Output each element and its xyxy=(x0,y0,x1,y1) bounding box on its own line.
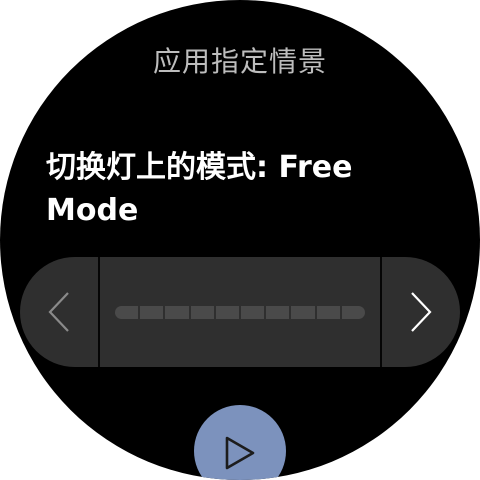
selector-divider xyxy=(98,257,100,367)
page-title: 应用指定情景 xyxy=(152,45,327,78)
track-segment xyxy=(316,306,340,319)
previous-button[interactable] xyxy=(20,257,98,367)
track-segment xyxy=(190,306,214,319)
chevron-left-icon xyxy=(48,292,69,332)
track-segment xyxy=(165,306,189,319)
play-button[interactable] xyxy=(194,405,286,480)
track-segment xyxy=(266,306,290,319)
mode-progress-track[interactable] xyxy=(115,306,366,319)
track-segment xyxy=(215,306,240,319)
mode-selector[interactable] xyxy=(20,257,460,367)
track-segment xyxy=(115,306,139,319)
play-icon xyxy=(225,436,255,470)
next-button[interactable] xyxy=(382,257,460,367)
track-segment xyxy=(241,306,265,319)
track-segment xyxy=(291,306,315,319)
track-segment xyxy=(341,306,366,319)
watch-screen: 应用指定情景 切换灯上的模式: Free Mode xyxy=(0,0,480,480)
chevron-right-icon xyxy=(411,292,432,332)
mode-prompt: 切换灯上的模式: Free Mode xyxy=(46,150,353,228)
track-segment xyxy=(140,306,164,319)
